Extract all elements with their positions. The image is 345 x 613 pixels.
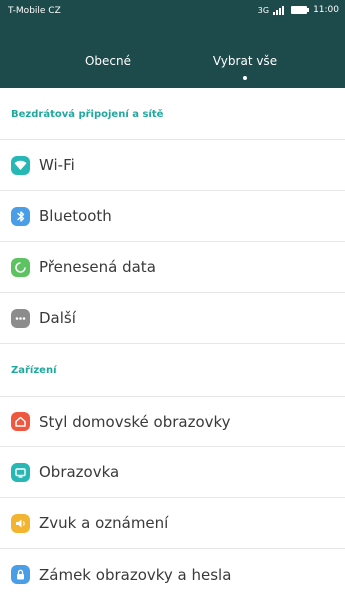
settings-item-bluetooth[interactable]: Bluetooth xyxy=(0,191,345,242)
section-header-device: Zařízení xyxy=(11,365,57,376)
settings-list: Bezdrátová připojení a sítě Wi-Fi Blueto… xyxy=(0,88,345,600)
settings-item-label: Bluetooth xyxy=(39,207,112,225)
settings-item-label: Wi-Fi xyxy=(39,156,75,174)
status-icons: 3G 11:00 xyxy=(258,5,339,15)
settings-item-label: Obrazovka xyxy=(39,463,120,481)
signal-icon xyxy=(273,5,285,15)
wifi-icon xyxy=(11,155,30,175)
settings-item-home-style[interactable]: Styl domovské obrazovky xyxy=(0,396,345,447)
settings-item-label: Zámek obrazovky a hesla xyxy=(39,565,232,584)
sound-icon xyxy=(11,513,30,533)
data-usage-icon xyxy=(11,257,30,277)
home-icon xyxy=(11,412,30,431)
network-type: 3G xyxy=(257,5,270,15)
display-icon xyxy=(11,462,30,482)
settings-item-label: Styl domovské obrazovky xyxy=(39,412,231,431)
settings-item-display[interactable]: Obrazovka xyxy=(0,447,345,498)
settings-item-lock-screen[interactable]: Zámek obrazovky a hesla xyxy=(0,549,345,600)
tab-select-all[interactable]: Vybrat vše xyxy=(213,54,277,68)
settings-item-label: Přenesená data xyxy=(39,258,156,276)
status-bar: T-Mobile CZ 3G 11:00 xyxy=(0,0,345,24)
settings-item-wifi[interactable]: Wi-Fi xyxy=(0,140,345,191)
active-tab-indicator xyxy=(243,76,247,80)
battery-icon xyxy=(291,6,310,14)
settings-item-more[interactable]: Další xyxy=(0,293,345,344)
settings-item-sound[interactable]: Zvuk a oznámení xyxy=(0,498,345,549)
settings-item-data-usage[interactable]: Přenesená data xyxy=(0,242,345,293)
section-header-wireless: Bezdrátová připojení a sítě xyxy=(0,88,345,140)
more-icon xyxy=(11,308,30,328)
tab-general[interactable]: Obecné xyxy=(85,54,131,68)
carrier-name: T-Mobile CZ xyxy=(8,6,61,16)
bluetooth-icon xyxy=(11,206,30,226)
clock: 11:00 xyxy=(313,5,339,15)
tab-bar: Obecné Vybrat vše xyxy=(0,24,345,88)
app-header: T-Mobile CZ 3G 11:00 Obecné Vybrat vše xyxy=(0,0,345,88)
settings-item-label: Zvuk a oznámení xyxy=(39,514,169,532)
lock-icon xyxy=(11,565,30,584)
settings-item-label: Další xyxy=(39,309,76,327)
